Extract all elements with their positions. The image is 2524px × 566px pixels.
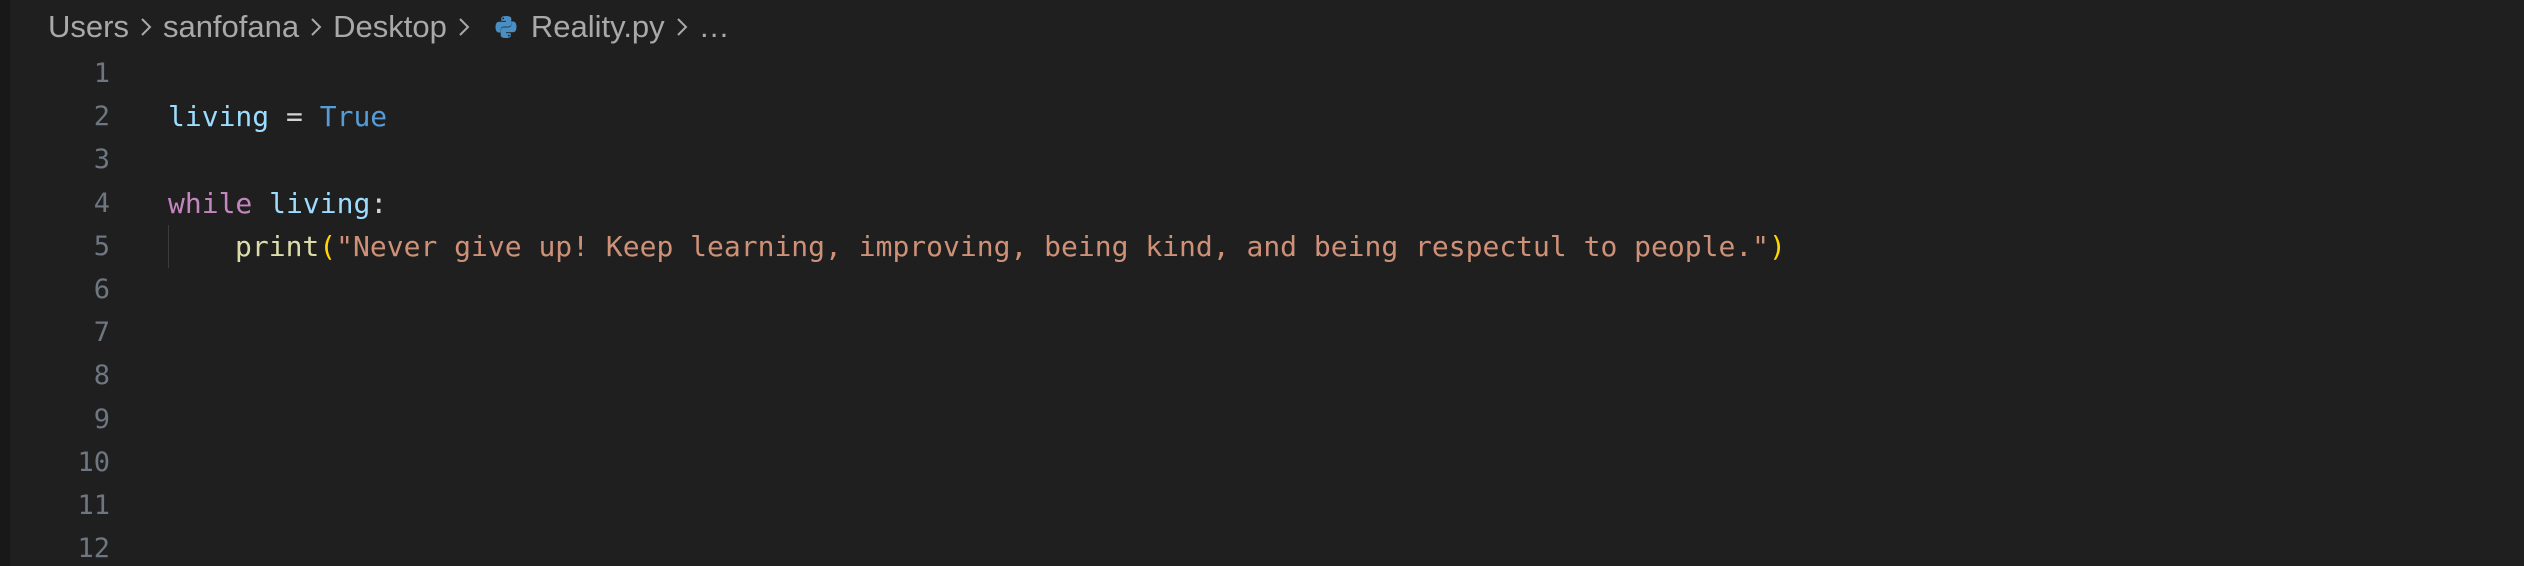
constant-token: True: [319, 100, 388, 134]
code-line-7[interactable]: [168, 311, 2524, 354]
code-editor[interactable]: Users sanfofana Desktop Reality.py … 1 2: [0, 0, 2524, 566]
line-number: 2: [93, 101, 110, 133]
line-number: 5: [93, 230, 110, 262]
variable-token: living: [168, 100, 270, 134]
open-paren-token: (: [319, 229, 337, 263]
variable-token: living: [269, 186, 371, 220]
code-line-3[interactable]: [168, 138, 2524, 181]
code-line-11[interactable]: [168, 484, 2524, 527]
line-number: 1: [93, 58, 110, 89]
line-number: 9: [93, 403, 110, 435]
line-number: 11: [77, 489, 110, 521]
keyword-token: while: [168, 186, 253, 220]
code-line-2[interactable]: living = True: [168, 95, 2524, 138]
function-token: print: [235, 229, 320, 263]
code-line-12[interactable]: [168, 527, 2524, 566]
chevron-right-icon: [453, 16, 475, 38]
code-line-5[interactable]: print("Never give up! Keep learning, imp…: [168, 224, 2524, 268]
chevron-right-icon: [671, 16, 693, 38]
code-line-6[interactable]: [168, 268, 2524, 311]
line-number: 7: [93, 317, 110, 349]
close-paren-token: ): [1769, 229, 1786, 263]
code-line-8[interactable]: [168, 354, 2524, 397]
line-number: 12: [77, 533, 110, 565]
line-number: 4: [93, 187, 110, 219]
code-area[interactable]: living = True while living: print("Never…: [168, 52, 2524, 566]
breadcrumb-item-file[interactable]: Reality.py: [531, 9, 665, 45]
operator-token: =: [269, 100, 320, 134]
line-number: 3: [93, 144, 110, 176]
code-line-1[interactable]: [168, 52, 2524, 95]
breadcrumb-item-sanfofana[interactable]: sanfofana: [163, 9, 299, 45]
line-number: 8: [93, 360, 110, 392]
breadcrumb-item-users[interactable]: Users: [48, 9, 129, 45]
colon-token: :: [370, 186, 388, 220]
indent-guide: [168, 224, 169, 268]
breadcrumb: Users sanfofana Desktop Reality.py …: [48, 0, 730, 54]
string-token: "Never give up! Keep learning, improving…: [336, 229, 1770, 263]
chevron-right-icon: [135, 16, 157, 38]
python-icon: [493, 14, 519, 40]
chevron-right-icon: [305, 16, 327, 38]
code-line-10[interactable]: [168, 441, 2524, 484]
code-line-4[interactable]: while living:: [168, 182, 2524, 225]
breadcrumb-more[interactable]: …: [699, 9, 730, 45]
line-number: 6: [93, 273, 110, 305]
line-number: 10: [77, 446, 110, 478]
line-number-gutter: 1 2 3 4 5 6 7 8 9 10 11 12: [0, 52, 110, 566]
breadcrumb-item-desktop[interactable]: Desktop: [333, 9, 447, 45]
code-line-9[interactable]: [168, 398, 2524, 441]
